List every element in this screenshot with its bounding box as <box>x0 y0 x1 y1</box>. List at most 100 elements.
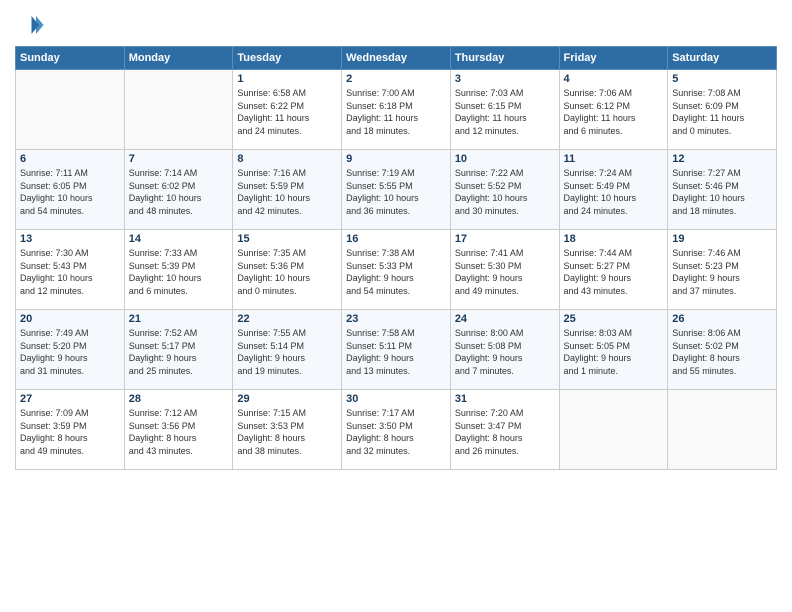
day-info: Sunrise: 7:52 AM Sunset: 5:17 PM Dayligh… <box>129 327 229 377</box>
day-number: 31 <box>455 393 555 405</box>
day-number: 15 <box>237 233 337 245</box>
day-number: 30 <box>346 393 446 405</box>
calendar-cell <box>559 390 668 470</box>
day-info: Sunrise: 7:49 AM Sunset: 5:20 PM Dayligh… <box>20 327 120 377</box>
calendar-cell: 6 Sunrise: 7:11 AM Sunset: 6:05 PM Daylig… <box>16 150 125 230</box>
day-number: 28 <box>129 393 229 405</box>
calendar-cell: 7Sunrise: 7:14 AM Sunset: 6:02 PM Daylig… <box>124 150 233 230</box>
day-info: Sunrise: 7:19 AM Sunset: 5:55 PM Dayligh… <box>346 167 446 217</box>
day-info: Sunrise: 7:08 AM Sunset: 6:09 PM Dayligh… <box>672 87 772 137</box>
logo-icon <box>15 10 45 40</box>
day-info: Sunrise: 7:20 AM Sunset: 3:47 PM Dayligh… <box>455 407 555 457</box>
day-number: 23 <box>346 313 446 325</box>
day-info: Sunrise: 7:03 AM Sunset: 6:15 PM Dayligh… <box>455 87 555 137</box>
day-number: 27 <box>20 393 120 405</box>
week-row-3: 13Sunrise: 7:30 AM Sunset: 5:43 PM Dayli… <box>16 230 777 310</box>
weekday-header-wednesday: Wednesday <box>342 47 451 70</box>
calendar-cell <box>668 390 777 470</box>
day-info: Sunrise: 7:44 AM Sunset: 5:27 PM Dayligh… <box>564 247 664 297</box>
day-info: Sunrise: 7:58 AM Sunset: 5:11 PM Dayligh… <box>346 327 446 377</box>
weekday-header-friday: Friday <box>559 47 668 70</box>
day-number: 21 <box>129 313 229 325</box>
calendar-cell: 26 Sunrise: 8:06 AM Sunset: 5:02 PM Dayli… <box>668 310 777 390</box>
weekday-header-row: SundayMondayTuesdayWednesdayThursdayFrid… <box>16 47 777 70</box>
day-info: Sunrise: 7:30 AM Sunset: 5:43 PM Dayligh… <box>20 247 120 297</box>
calendar-cell: 5 Sunrise: 7:08 AM Sunset: 6:09 PM Daylig… <box>668 70 777 150</box>
calendar-cell: 14 Sunrise: 7:33 AM Sunset: 5:39 PM Dayli… <box>124 230 233 310</box>
page: SundayMondayTuesdayWednesdayThursdayFrid… <box>0 0 792 612</box>
day-number: 6 <box>20 153 120 165</box>
day-info: Sunrise: 7:24 AM Sunset: 5:49 PM Dayligh… <box>564 167 664 217</box>
day-number: 2 <box>346 73 446 85</box>
day-info: Sunrise: 7:33 AM Sunset: 5:39 PM Dayligh… <box>129 247 229 297</box>
calendar-cell: 12 Sunrise: 7:27 AM Sunset: 5:46 PM Dayli… <box>668 150 777 230</box>
calendar-cell: 31 Sunrise: 7:20 AM Sunset: 3:47 PM Dayli… <box>450 390 559 470</box>
calendar-cell: 4 Sunrise: 7:06 AM Sunset: 6:12 PM Daylig… <box>559 70 668 150</box>
day-number: 16 <box>346 233 446 245</box>
week-row-4: 20 Sunrise: 7:49 AM Sunset: 5:20 PM Dayli… <box>16 310 777 390</box>
calendar-cell: 29 Sunrise: 7:15 AM Sunset: 3:53 PM Dayli… <box>233 390 342 470</box>
calendar-cell: 1 Sunrise: 6:58 AM Sunset: 6:22 PM Daylig… <box>233 70 342 150</box>
calendar-cell: 3 Sunrise: 7:03 AM Sunset: 6:15 PM Daylig… <box>450 70 559 150</box>
day-info: Sunrise: 7:06 AM Sunset: 6:12 PM Dayligh… <box>564 87 664 137</box>
day-number: 3 <box>455 73 555 85</box>
day-number: 11 <box>564 153 664 165</box>
week-row-2: 6 Sunrise: 7:11 AM Sunset: 6:05 PM Daylig… <box>16 150 777 230</box>
day-number: 22 <box>237 313 337 325</box>
weekday-header-thursday: Thursday <box>450 47 559 70</box>
day-info: Sunrise: 7:35 AM Sunset: 5:36 PM Dayligh… <box>237 247 337 297</box>
day-info: Sunrise: 8:00 AM Sunset: 5:08 PM Dayligh… <box>455 327 555 377</box>
day-info: Sunrise: 7:22 AM Sunset: 5:52 PM Dayligh… <box>455 167 555 217</box>
day-number: 4 <box>564 73 664 85</box>
day-number: 24 <box>455 313 555 325</box>
calendar-cell: 20 Sunrise: 7:49 AM Sunset: 5:20 PM Dayli… <box>16 310 125 390</box>
calendar-cell: 10 Sunrise: 7:22 AM Sunset: 5:52 PM Dayli… <box>450 150 559 230</box>
calendar-cell: 13Sunrise: 7:30 AM Sunset: 5:43 PM Dayli… <box>16 230 125 310</box>
calendar-table: SundayMondayTuesdayWednesdayThursdayFrid… <box>15 46 777 470</box>
day-info: Sunrise: 7:12 AM Sunset: 3:56 PM Dayligh… <box>129 407 229 457</box>
day-info: Sunrise: 7:15 AM Sunset: 3:53 PM Dayligh… <box>237 407 337 457</box>
calendar-cell: 22Sunrise: 7:55 AM Sunset: 5:14 PM Dayli… <box>233 310 342 390</box>
day-number: 8 <box>237 153 337 165</box>
calendar-cell: 16 Sunrise: 7:38 AM Sunset: 5:33 PM Dayli… <box>342 230 451 310</box>
day-number: 12 <box>672 153 772 165</box>
day-info: Sunrise: 8:06 AM Sunset: 5:02 PM Dayligh… <box>672 327 772 377</box>
calendar-cell: 27 Sunrise: 7:09 AM Sunset: 3:59 PM Dayli… <box>16 390 125 470</box>
calendar-cell: 15 Sunrise: 7:35 AM Sunset: 5:36 PM Dayli… <box>233 230 342 310</box>
day-number: 1 <box>237 73 337 85</box>
calendar-cell <box>16 70 125 150</box>
day-info: Sunrise: 7:16 AM Sunset: 5:59 PM Dayligh… <box>237 167 337 217</box>
day-info: Sunrise: 7:17 AM Sunset: 3:50 PM Dayligh… <box>346 407 446 457</box>
day-number: 17 <box>455 233 555 245</box>
day-number: 19 <box>672 233 772 245</box>
day-number: 14 <box>129 233 229 245</box>
day-number: 20 <box>20 313 120 325</box>
weekday-header-tuesday: Tuesday <box>233 47 342 70</box>
calendar-cell: 30 Sunrise: 7:17 AM Sunset: 3:50 PM Dayli… <box>342 390 451 470</box>
day-info: Sunrise: 7:00 AM Sunset: 6:18 PM Dayligh… <box>346 87 446 137</box>
week-row-5: 27 Sunrise: 7:09 AM Sunset: 3:59 PM Dayli… <box>16 390 777 470</box>
day-info: Sunrise: 7:11 AM Sunset: 6:05 PM Dayligh… <box>20 167 120 217</box>
day-number: 10 <box>455 153 555 165</box>
day-number: 26 <box>672 313 772 325</box>
day-info: Sunrise: 7:09 AM Sunset: 3:59 PM Dayligh… <box>20 407 120 457</box>
day-info: Sunrise: 6:58 AM Sunset: 6:22 PM Dayligh… <box>237 87 337 137</box>
week-row-1: 1 Sunrise: 6:58 AM Sunset: 6:22 PM Daylig… <box>16 70 777 150</box>
calendar-cell: 24 Sunrise: 8:00 AM Sunset: 5:08 PM Dayli… <box>450 310 559 390</box>
day-number: 25 <box>564 313 664 325</box>
calendar-cell: 18Sunrise: 7:44 AM Sunset: 5:27 PM Dayli… <box>559 230 668 310</box>
header <box>15 10 777 40</box>
calendar-cell: 2 Sunrise: 7:00 AM Sunset: 6:18 PM Daylig… <box>342 70 451 150</box>
day-info: Sunrise: 7:38 AM Sunset: 5:33 PM Dayligh… <box>346 247 446 297</box>
weekday-header-sunday: Sunday <box>16 47 125 70</box>
day-info: Sunrise: 7:41 AM Sunset: 5:30 PM Dayligh… <box>455 247 555 297</box>
calendar-cell: 21 Sunrise: 7:52 AM Sunset: 5:17 PM Dayli… <box>124 310 233 390</box>
calendar-cell: 8 Sunrise: 7:16 AM Sunset: 5:59 PM Daylig… <box>233 150 342 230</box>
day-info: Sunrise: 7:14 AM Sunset: 6:02 PM Dayligh… <box>129 167 229 217</box>
calendar-cell: 23 Sunrise: 7:58 AM Sunset: 5:11 PM Dayli… <box>342 310 451 390</box>
day-info: Sunrise: 7:27 AM Sunset: 5:46 PM Dayligh… <box>672 167 772 217</box>
logo <box>15 10 49 40</box>
weekday-header-saturday: Saturday <box>668 47 777 70</box>
day-number: 5 <box>672 73 772 85</box>
day-number: 29 <box>237 393 337 405</box>
